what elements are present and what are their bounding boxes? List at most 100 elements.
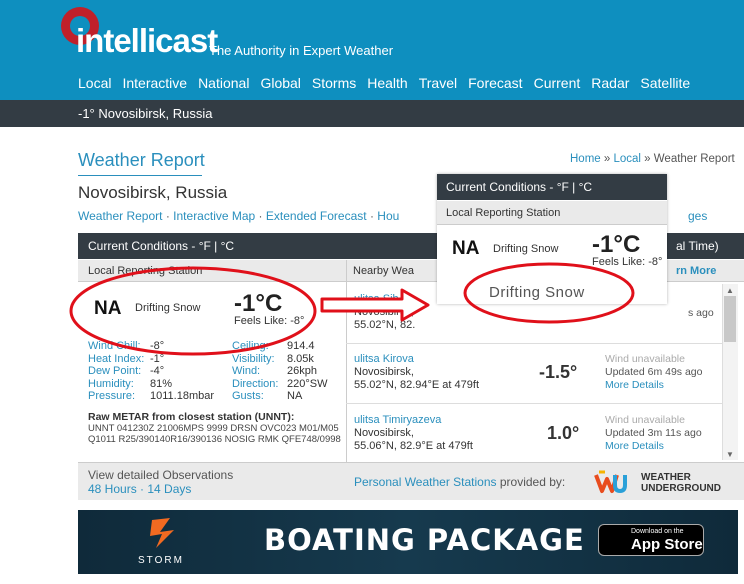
main-nav: Local Interactive National Global Storms… (78, 75, 701, 91)
nav-item-travel[interactable]: Travel (419, 75, 457, 91)
scrollbar-thumb[interactable] (724, 296, 736, 342)
detail-label[interactable]: Direction: (232, 378, 292, 391)
station-updated: Updated 6m 49s ago (605, 366, 703, 378)
detail-value: -4° (150, 365, 165, 377)
breadcrumb-separator: » (640, 153, 654, 165)
breadcrumb-home[interactable]: Home (570, 153, 601, 165)
metar-line: Q1011 R25/390140R16/390136 NOSIG RMK QFE… (88, 434, 341, 445)
pws-link[interactable]: Personal Weather Stations (354, 475, 497, 489)
subnav-separator: · (366, 209, 378, 223)
callout-header-title: Current Conditions - °F | °C (446, 180, 593, 194)
subnav-extended-forecast[interactable]: Extended Forecast (266, 209, 367, 223)
detail-label[interactable]: Humidity: (88, 378, 148, 391)
detail-label[interactable]: Ceiling: (232, 340, 292, 353)
detail-label[interactable]: Wind Chill: (88, 340, 148, 353)
local-station-label: Local Reporting Station (88, 265, 203, 277)
banner-title: BOATING PACKAGE (264, 523, 585, 557)
detail-value: NA (287, 390, 303, 402)
station-name[interactable]: ulitsa Timiryazeva (354, 414, 473, 427)
subnav-hourly[interactable]: Hou (377, 209, 399, 223)
detail-label[interactable]: Heat Index: (88, 353, 148, 366)
subnav-interactive-map[interactable]: Interactive Map (173, 209, 255, 223)
weather-underground-logo-icon[interactable] (594, 469, 628, 495)
breadcrumb-local[interactable]: Local (613, 153, 641, 165)
detail-label[interactable]: Dew Point: (88, 365, 148, 378)
location-bar-text[interactable]: -1° Novosibirsk, Russia (78, 106, 213, 121)
nav-item-health[interactable]: Health (367, 75, 407, 91)
station-temperature: 1.0° (547, 423, 580, 443)
station-temperature: -1.5° (539, 362, 578, 382)
subnav-weather-report[interactable]: Weather Report (78, 209, 163, 223)
weather-underground-wordmark[interactable]: WEATHER UNDERGROUND (641, 472, 721, 494)
station-city: Novosibirsk, (354, 427, 414, 439)
metar-line: UNNT 041230Z 21006MPS 9999 DRSN OVC023 M… (88, 423, 339, 434)
row-separator (346, 343, 726, 344)
detail-label[interactable]: Gusts: (232, 390, 292, 403)
nav-item-forecast[interactable]: Forecast (468, 75, 522, 91)
storm-brand: STORM (138, 555, 184, 566)
condition-text: Drifting Snow (135, 302, 201, 314)
nav-item-interactive[interactable]: Interactive (122, 75, 187, 91)
station-code: NA (94, 298, 122, 319)
detail-label[interactable]: Pressure: (88, 390, 148, 403)
location-bar: -1° Novosibirsk, Russia (0, 100, 744, 127)
details-labels-left: Wind Chill: Heat Index: Dew Point: Humid… (88, 340, 148, 403)
station-coords: 55.02°N, 82.94°E at 479ft (354, 379, 479, 391)
station-status: Wind unavailable Updated 3m 11s ago More… (605, 414, 702, 453)
subnav-separator: · (255, 209, 266, 223)
station-wind: Wind unavailable (605, 414, 685, 426)
learn-more-link[interactable]: rn More (676, 265, 716, 277)
detail-label[interactable]: Wind: (232, 365, 292, 378)
nav-item-storms[interactable]: Storms (312, 75, 356, 91)
nearby-label: Nearby Wea (353, 265, 414, 277)
wu-line: WEATHER (641, 472, 691, 483)
callout-condition: Drifting Snow (493, 243, 559, 255)
station-name[interactable]: ulitsa Sib (354, 293, 415, 306)
site-logo[interactable]: intellicast (76, 22, 218, 60)
sub-nav: Weather Report · Interactive Map · Exten… (78, 209, 399, 223)
station-status: Wind unavailable Updated 6m 49s ago More… (605, 353, 702, 392)
station-coords: 55.06°N, 82.9°E at 479ft (354, 440, 473, 452)
station-wind: Wind unavailable (605, 353, 685, 365)
more-details-link[interactable]: More Details (605, 440, 702, 453)
station-name[interactable]: ulitsa Kirova (354, 353, 479, 366)
breadcrumb-separator: » (600, 153, 614, 165)
detail-value: -8° (150, 340, 165, 352)
nav-item-current[interactable]: Current (534, 75, 581, 91)
current-conditions-title[interactable]: Current Conditions - °F | °C (88, 239, 234, 253)
nav-item-global[interactable]: Global (260, 75, 300, 91)
detail-value: -1° (150, 352, 165, 365)
nav-item-national[interactable]: National (198, 75, 249, 91)
callout-feels-like: Feels Like: -8° (592, 256, 663, 268)
time-toggle[interactable]: al Time) (676, 239, 719, 253)
callout-station-label: Local Reporting Station (446, 207, 561, 219)
more-details-link[interactable]: More Details (605, 379, 702, 392)
app-store-text: App Store (631, 536, 703, 553)
subnav-pages[interactable]: ges (688, 209, 707, 223)
callout-station-code: NA (452, 238, 480, 259)
station-entry: ulitsa Kirova Novosibirsk, 55.02°N, 82.9… (354, 353, 479, 392)
detail-value: 81% (150, 377, 173, 390)
row-separator (346, 403, 726, 404)
nav-item-satellite[interactable]: Satellite (640, 75, 690, 91)
callout-header: Current Conditions - °F | °C (437, 174, 667, 200)
local-station-bar: Local Reporting Station (78, 260, 346, 282)
wu-line: UNDERGROUND (641, 483, 721, 494)
scroll-down-arrow-icon[interactable]: ▼ (726, 450, 734, 459)
station-entry: ulitsa Sib Novosibirsk, 55.02°N, 82. (354, 293, 415, 332)
page-title: Weather Report (78, 150, 205, 170)
link-48-hours[interactable]: 48 Hours (88, 482, 137, 496)
details-values-left: -8° -1° -4° 81% 1011.18mbar (150, 340, 214, 403)
station-updated: Updated 3m 11s ago (605, 427, 702, 439)
app-store-small-text: Download on the (631, 528, 684, 535)
scroll-up-arrow-icon[interactable]: ▲ (726, 286, 734, 295)
details-labels-right: Ceiling: Visibility: Wind: Direction: Gu… (232, 340, 292, 403)
nav-item-local[interactable]: Local (78, 75, 111, 91)
link-14-days[interactable]: 14 Days (147, 482, 191, 496)
title-underline (78, 175, 202, 176)
metar-heading: Raw METAR from closest station (UNNT): (88, 411, 295, 423)
nav-item-radar[interactable]: Radar (591, 75, 629, 91)
station-city: Novosibirsk, (354, 306, 414, 318)
callout-temperature: -1°C (592, 231, 641, 258)
detail-label[interactable]: Visibility: (232, 353, 292, 366)
